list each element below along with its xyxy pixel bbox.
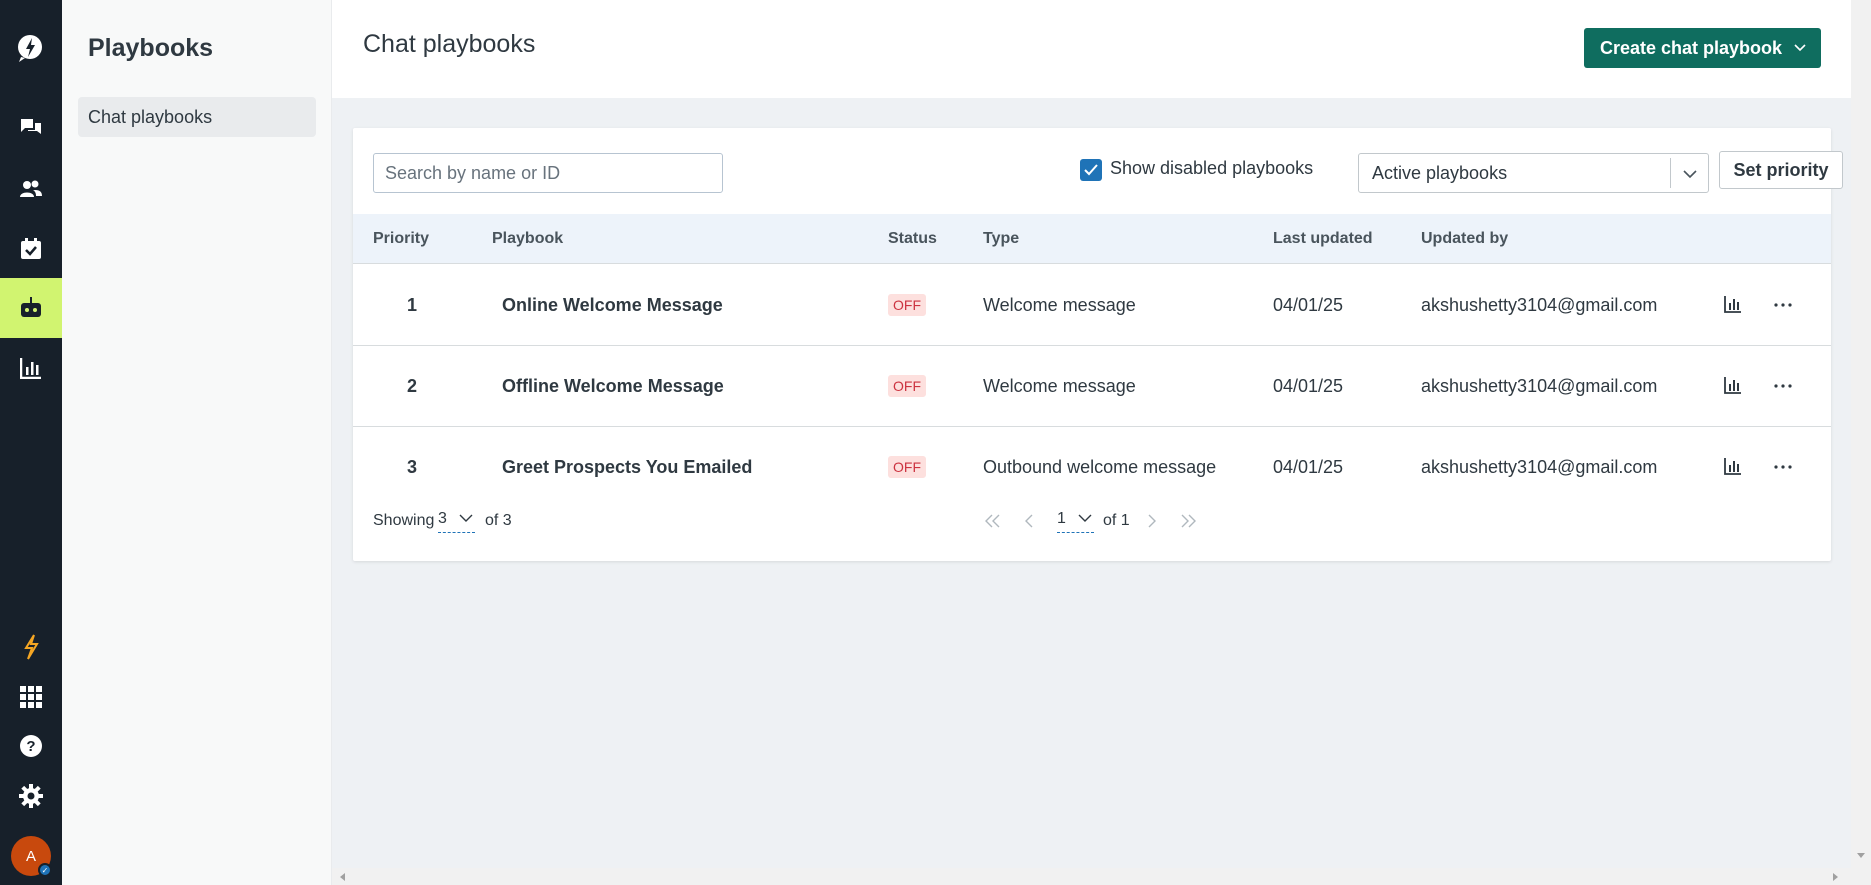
page-size-value: 3 [438,510,447,527]
page-value: 1 [1057,510,1066,527]
row-updated-by: akshushetty3104@gmail.com [1421,457,1658,477]
more-options-icon[interactable] [1774,303,1792,307]
playbooks-card: Search by name or ID Show disabled playb… [353,128,1843,561]
row-priority: 2 [407,376,418,396]
table-row[interactable]: 3 Greet Prospects You Emailed OFF Outbou… [353,427,1831,508]
row-type: Outbound welcome message [983,457,1217,477]
column-header-playbook[interactable]: Playbook [492,214,563,264]
column-header-priority[interactable]: Priority [373,214,429,264]
svg-text:?: ? [26,738,35,755]
search-placeholder: Search by name or ID [385,162,561,183]
scroll-right-icon[interactable] [1832,872,1840,882]
checkmark-icon [1084,164,1098,176]
chevron-down-icon [1683,170,1697,179]
bar-chart-icon[interactable] [0,338,62,398]
select-divider [1670,158,1671,188]
more-options-icon[interactable] [1774,384,1792,388]
page-header: Chat playbooks Create chat playbook [332,0,1851,98]
avatar[interactable]: A ✓ [11,836,52,877]
subnav-title: Playbooks [88,34,214,62]
row-updated-by: akshushetty3104@gmail.com [1421,376,1658,396]
first-page-icon[interactable] [984,514,1002,528]
playbook-filter-select[interactable]: Active playbooks [1358,153,1709,193]
page-select[interactable]: 1 [1057,506,1095,533]
left-rail: ? A ✓ [0,0,62,885]
row-priority: 1 [407,295,418,315]
row-priority: 3 [407,457,418,477]
page-total: of 1 [1103,512,1130,529]
filter-selected-value: Active playbooks [1372,162,1508,183]
gear-icon[interactable] [0,766,62,826]
showing-label: Showing [373,512,435,529]
chevron-down-icon [1794,44,1806,52]
row-playbook-name[interactable]: Offline Welcome Message [502,346,724,427]
row-type: Welcome message [983,295,1136,315]
show-disabled-checkbox[interactable] [1080,159,1102,181]
create-chat-playbook-button[interactable]: Create chat playbook [1584,28,1821,68]
row-last-updated: 04/01/25 [1273,457,1344,477]
last-page-icon[interactable] [1179,514,1197,528]
more-options-icon[interactable] [1774,465,1792,469]
verified-check-icon: ✓ [38,863,52,877]
users-icon[interactable] [0,159,62,219]
scroll-left-icon[interactable] [338,872,346,882]
robot-icon[interactable] [0,278,62,338]
bar-chart-icon[interactable] [1724,457,1742,475]
bar-chart-icon[interactable] [1724,376,1742,394]
table-footer: Showing 3 of 3 1 of 1 [353,506,1831,546]
zendesk-logo-icon[interactable] [0,18,62,78]
column-header-type[interactable]: Type [983,214,1019,264]
vertical-scrollbar[interactable] [1851,0,1871,885]
main-content: Chat playbooks Create chat playbook Sear… [332,0,1851,868]
search-input[interactable]: Search by name or ID [373,153,723,193]
create-chat-playbook-label: Create chat playbook [1600,37,1783,58]
chevron-down-icon [459,514,473,522]
bar-chart-icon[interactable] [1724,295,1742,313]
table-row[interactable]: 2 Offline Welcome Message OFF Welcome me… [353,346,1831,427]
horizontal-scrollbar[interactable] [332,868,1851,885]
row-playbook-name[interactable]: Online Welcome Message [502,265,723,346]
row-type: Welcome message [983,376,1136,396]
row-last-updated: 04/01/25 [1273,295,1344,315]
status-badge: OFF [888,375,926,397]
column-header-updated-by[interactable]: Updated by [1421,214,1508,264]
show-disabled-label[interactable]: Show disabled playbooks [1110,158,1313,179]
table-header: Priority Playbook Status Type Last updat… [353,214,1831,264]
status-badge: OFF [888,294,926,316]
table-row[interactable]: 1 Online Welcome Message OFF Welcome mes… [353,265,1831,346]
page-title: Chat playbooks [363,30,536,58]
chat-bubbles-icon[interactable] [0,98,62,158]
row-last-updated: 04/01/25 [1273,376,1344,396]
calendar-check-icon[interactable] [0,219,62,279]
avatar-initial: A [25,847,36,865]
row-updated-by: akshushetty3104@gmail.com [1421,295,1658,315]
subnav-item-chat-playbooks[interactable]: Chat playbooks [78,97,316,137]
row-playbook-name[interactable]: Greet Prospects You Emailed [502,427,752,508]
previous-page-icon[interactable] [1024,514,1036,528]
total-count: of 3 [485,512,512,529]
playbooks-subnav: Playbooks Chat playbooks [62,0,332,885]
status-badge: OFF [888,456,926,478]
set-priority-button[interactable]: Set priority [1719,151,1843,189]
page-size-select[interactable]: 3 [438,506,476,533]
next-page-icon[interactable] [1145,514,1157,528]
scroll-down-icon[interactable] [1856,852,1866,860]
column-header-status[interactable]: Status [888,214,937,264]
chevron-down-icon [1078,514,1092,522]
column-header-last-updated[interactable]: Last updated [1273,214,1373,264]
